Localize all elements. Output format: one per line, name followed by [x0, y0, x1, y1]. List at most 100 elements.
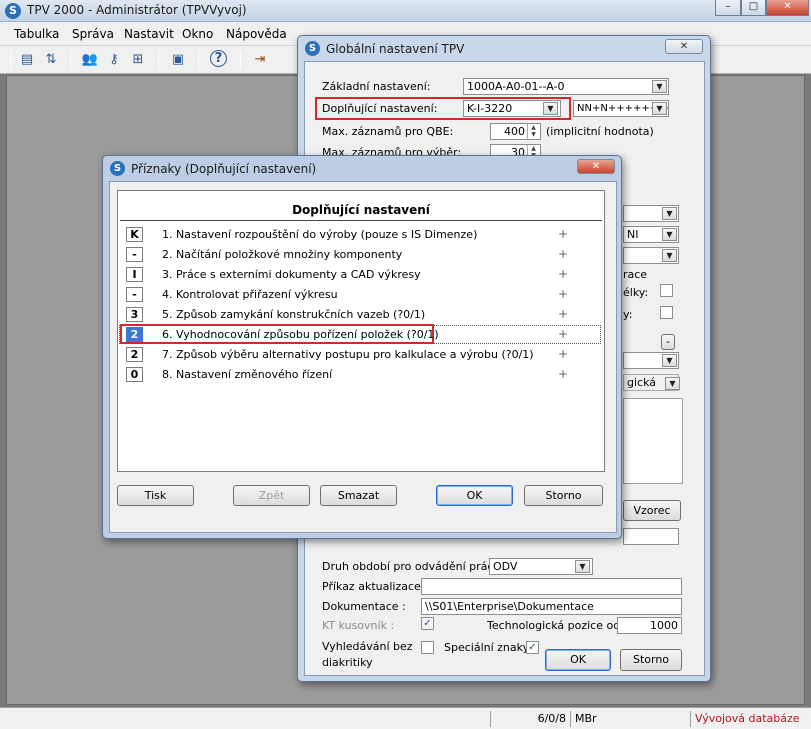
chevron-down-icon[interactable]: ▼ — [662, 207, 677, 220]
help-icon[interactable]: ? — [210, 50, 227, 67]
flags-client: Doplňující nastavení K 1. Nastavení rozp… — [109, 181, 617, 533]
global-ok-button[interactable]: OK — [545, 649, 611, 671]
status-unit: MBr — [570, 711, 690, 727]
vyhledavani-label-1: Vyhledávání bez — [322, 640, 413, 653]
maximize-button[interactable]: □ — [741, 0, 766, 16]
smazat-button[interactable]: Smazat — [320, 485, 397, 506]
max-qbe-note: (implicitní hodnota) — [546, 125, 654, 138]
fragment-textarea[interactable] — [623, 398, 683, 484]
flag-label: 8. Nastavení změnového řízení — [162, 368, 333, 381]
dokumentace-input[interactable]: \\S01\Enterprise\Dokumentace — [421, 598, 682, 615]
flag-label: 7. Způsob výběru alternativy postupu pro… — [162, 348, 534, 361]
plus-icon[interactable]: + — [558, 347, 568, 361]
flag-label: 1. Nastavení rozpouštění do výroby (pouz… — [162, 228, 478, 241]
flag-value-input[interactable]: 3 — [126, 307, 143, 322]
app-logo-icon: S — [5, 3, 21, 19]
users-icon[interactable]: 👥 — [80, 50, 100, 70]
zakladni-label: Základní nastavení: — [322, 80, 431, 93]
plus-icon[interactable]: + — [558, 307, 568, 321]
druh-label: Druh období pro odvádění práce : — [322, 560, 508, 573]
plus-icon[interactable]: + — [558, 247, 568, 261]
kt-label: KT kusovník : — [322, 619, 395, 632]
flags-ok-button[interactable]: OK — [436, 485, 513, 506]
fragment-dash-button[interactable]: - — [661, 334, 675, 350]
close-button[interactable]: ✕ — [766, 0, 809, 16]
main-window-title: TPV 2000 - Administrátor (TPVVyvoj) — [27, 3, 247, 17]
fragment-checkbox-1[interactable] — [660, 284, 673, 297]
close-icon[interactable]: ✕ — [665, 39, 703, 54]
fragment-y-label: y: — [623, 308, 633, 321]
spin-arrows-icon[interactable]: ▲▼ — [527, 124, 539, 139]
chevron-down-icon[interactable]: ▼ — [543, 102, 558, 115]
menu-nastavit[interactable]: Nastavit — [124, 27, 174, 41]
flag-value-input[interactable]: 0 — [126, 367, 143, 382]
toolbar-separator — [10, 50, 11, 70]
fragment-race-label: race — [623, 268, 648, 281]
chevron-down-icon[interactable]: ▼ — [662, 249, 677, 262]
specialni-label: Speciální znaky — [444, 641, 530, 654]
table-icon[interactable]: ▤ — [17, 50, 37, 70]
flag-value-input[interactable]: 2 — [126, 347, 143, 362]
flag-value-input[interactable]: - — [126, 247, 143, 262]
specialni-checkbox[interactable]: ✓ — [526, 641, 539, 654]
zpet-button[interactable]: Zpět — [233, 485, 310, 506]
flag-label: 4. Kontrolovat přiřazení výkresu — [162, 288, 338, 301]
tech-input[interactable]: 1000 — [617, 617, 682, 634]
exit-icon[interactable]: ⇥ — [250, 50, 270, 70]
tisk-button[interactable]: Tisk — [117, 485, 194, 506]
flag-value-input[interactable]: - — [126, 287, 143, 302]
status-bar: 6/0/8 MBr Vývojová databáze — [0, 707, 811, 729]
database-icon[interactable]: ⇅ — [41, 50, 61, 70]
flags-dialog: S Příznaky (Doplňující nastavení) ✕ Dopl… — [102, 155, 622, 539]
menu-sprava[interactable]: Správa — [72, 27, 114, 41]
fragment-checkbox-2[interactable] — [660, 306, 673, 319]
menu-tabulka[interactable]: Tabulka — [14, 27, 59, 41]
plus-icon[interactable]: + — [558, 267, 568, 281]
chevron-down-icon[interactable]: ▼ — [575, 560, 590, 573]
plus-icon[interactable]: + — [558, 287, 568, 301]
chevron-down-icon[interactable]: ▼ — [652, 80, 667, 93]
flags-list-panel: Doplňující nastavení K 1. Nastavení rozp… — [117, 190, 605, 472]
close-icon[interactable]: ✕ — [577, 159, 615, 174]
max-qbe-label: Max. záznamů pro QBE: — [322, 125, 454, 138]
dialog-title: Globální nastavení TPV — [326, 42, 465, 56]
menu-napoveda[interactable]: Nápověda — [226, 27, 287, 41]
doplnujici-label: Doplňující nastavení: — [322, 102, 438, 115]
dialog-logo-icon: S — [305, 41, 320, 56]
flag-label: 2. Načítání položkové množiny komponenty — [162, 248, 403, 261]
chevron-down-icon[interactable]: ▼ — [665, 377, 680, 390]
toolbar-separator — [158, 50, 159, 70]
flag-value-input[interactable]: K — [126, 227, 143, 242]
status-count: 6/0/8 — [490, 711, 570, 727]
toolbar-separator — [198, 50, 199, 70]
minimize-button[interactable]: – — [715, 0, 741, 16]
flag-value-input[interactable]: 2 — [126, 327, 143, 342]
plus-icon[interactable]: + — [558, 327, 568, 341]
plus-icon[interactable]: + — [558, 227, 568, 241]
flag-value-input[interactable]: I — [126, 267, 143, 282]
prikaz-input[interactable] — [421, 578, 682, 595]
dialog-logo-icon: S — [110, 161, 125, 176]
flags-dialog-title: Příznaky (Doplňující nastavení) — [131, 162, 317, 176]
key-icon[interactable]: ⚷ — [104, 50, 124, 70]
counter-icon[interactable]: ⊞ — [128, 50, 148, 70]
chevron-down-icon[interactable]: ▼ — [662, 354, 677, 367]
kt-checkbox[interactable]: ✓ — [421, 617, 434, 630]
zakladni-combo[interactable]: 1000A-A0-01--A-0 — [463, 78, 669, 95]
menu-okno[interactable]: Okno — [182, 27, 213, 41]
fragment-input[interactable] — [623, 528, 679, 545]
vzorec-button[interactable]: Vzorec — [623, 500, 681, 521]
header-divider — [120, 220, 602, 221]
chevron-down-icon[interactable]: ▼ — [662, 228, 677, 241]
plus-icon[interactable]: + — [558, 367, 568, 381]
vyhledavani-checkbox[interactable] — [421, 641, 434, 654]
vyhledavani-label-2: diakritiky — [322, 656, 373, 669]
global-storno-button[interactable]: Storno — [620, 649, 682, 671]
toolbar-separator — [240, 50, 241, 70]
chevron-down-icon[interactable]: ▼ — [652, 102, 667, 115]
flag-label: 5. Způsob zamykání konstrukčních vazeb (… — [162, 308, 426, 321]
monitor-icon[interactable]: ▣ — [168, 50, 188, 70]
toolbar-separator — [70, 50, 71, 70]
flag-label: 6. Vyhodnocování způsobu pořízení polože… — [162, 328, 439, 341]
flags-storno-button[interactable]: Storno — [524, 485, 603, 506]
